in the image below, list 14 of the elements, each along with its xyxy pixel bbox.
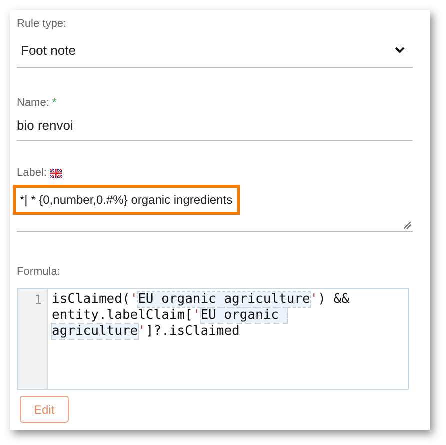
code-text: isClaimed('EU organic agriculture') && entity.labelClaim['EU organic agriculture']?.isClaimed xyxy=(51,291,350,340)
name-field[interactable]: bio renvoi xyxy=(17,111,413,141)
line-number: 1 xyxy=(34,292,42,308)
field-label: Label: xyxy=(17,166,47,181)
field-label: Rule type: xyxy=(17,17,67,32)
flag-icon xyxy=(50,168,62,178)
label-text-area[interactable]: *| * {0,number,0.#%} organic ingredients xyxy=(13,184,240,214)
code-editor[interactable]: 1 isClaimed('EU organic agriculture') && entity.labelClaim['EU organic agriculture']?.isClaimed xyxy=(17,288,409,390)
chevron-down-icon xyxy=(395,47,405,54)
resize-handle-icon[interactable] xyxy=(404,222,411,228)
field-label: Name: xyxy=(17,96,50,110)
rule-type-select[interactable]: Foot note xyxy=(17,34,413,68)
field-label: Formula: xyxy=(17,264,60,280)
required-mark: * xyxy=(52,96,57,110)
